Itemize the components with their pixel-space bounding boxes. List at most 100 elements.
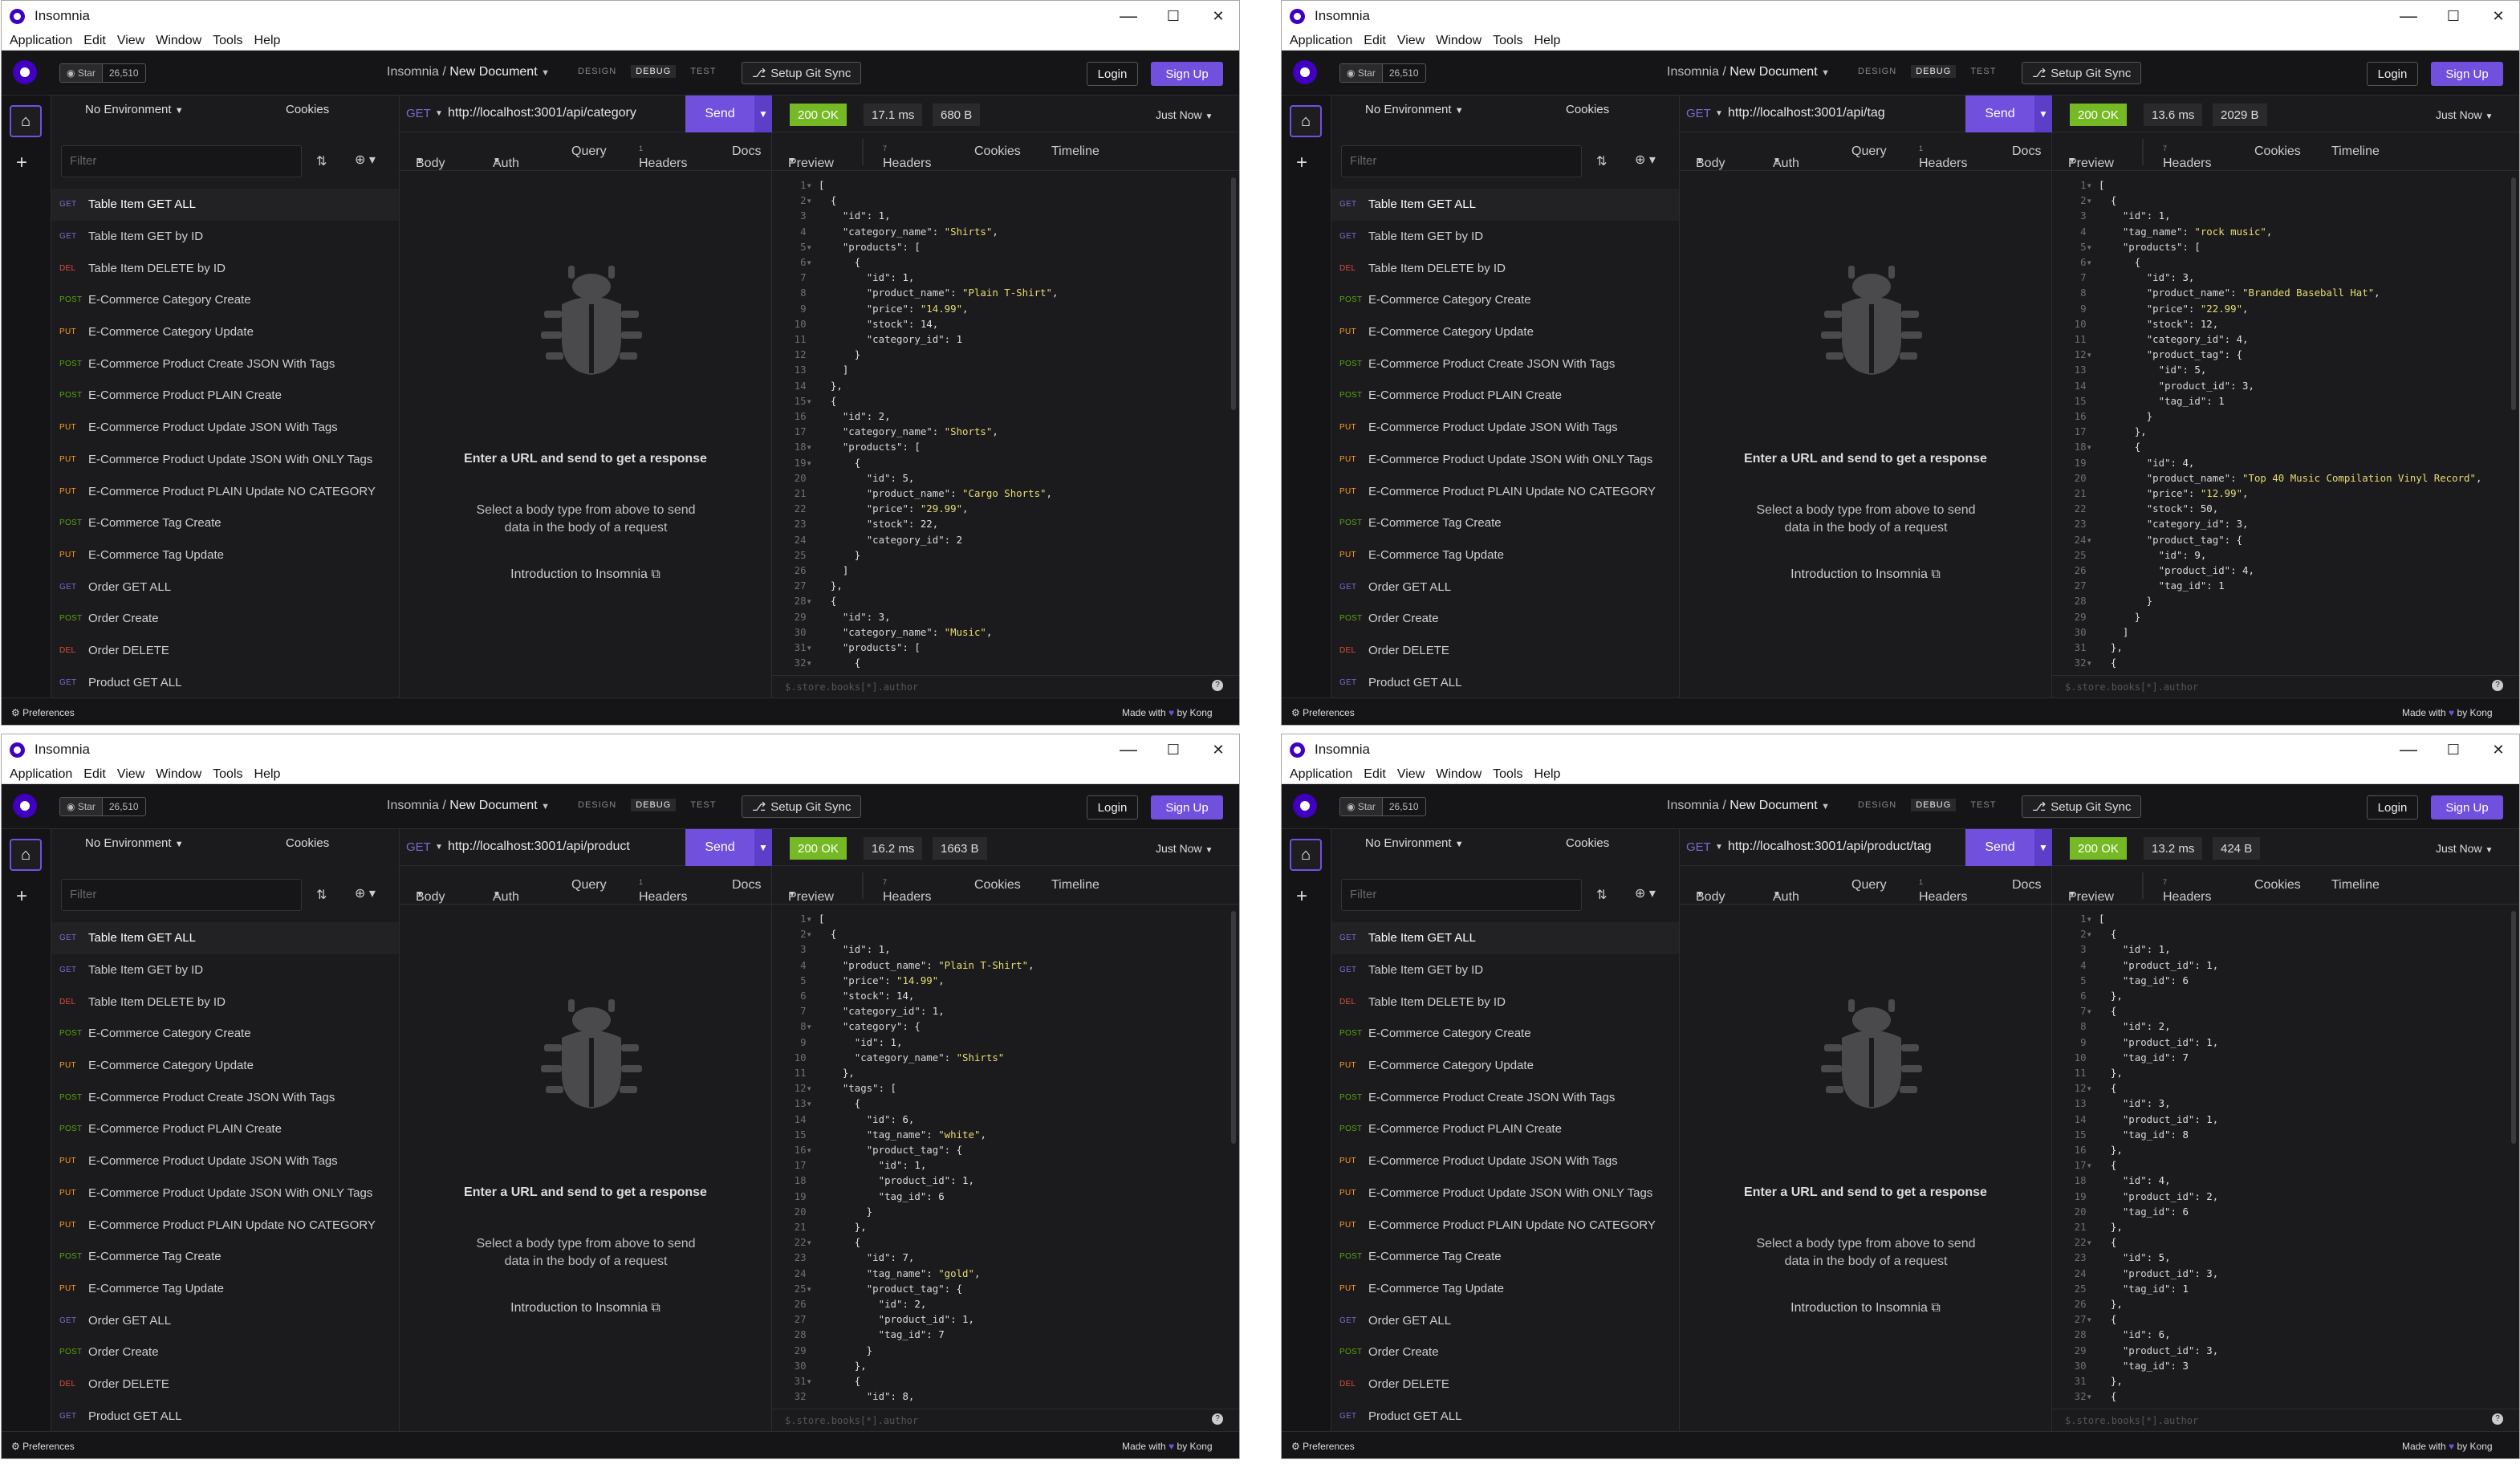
tab-test[interactable]: TEST (1970, 800, 1996, 810)
request-item[interactable]: POST Order Create (51, 603, 399, 635)
request-item[interactable]: DEL Table Item DELETE by ID (1331, 252, 1679, 284)
insomnia-logo[interactable] (13, 794, 37, 818)
request-item[interactable]: POST Order Create (51, 1336, 399, 1368)
home-icon[interactable]: ⌂ (1290, 105, 1322, 137)
github-star-badge[interactable]: ◉ Star 26,510 (1339, 63, 1426, 83)
menu-view[interactable]: View (1397, 34, 1425, 48)
tab-headers[interactable]: Headers 1 (1919, 878, 1967, 904)
tab-test[interactable]: TEST (690, 67, 716, 76)
plus-icon[interactable]: + (1296, 152, 1307, 174)
request-item[interactable]: POST Order Create (1331, 1336, 1679, 1368)
url-input[interactable]: http://localhost:3001/api/tag (1728, 106, 1969, 120)
response-json-viewer[interactable]: 1▾[2▾ {3 "id": 1, 4 "tag_name": "rock mus… (2052, 177, 2506, 675)
request-item[interactable]: DEL Order DELETE (51, 635, 399, 667)
filter-input[interactable]: Filter (61, 145, 302, 177)
cookies-button[interactable]: Cookies (286, 103, 329, 116)
login-button[interactable]: Login (2367, 62, 2418, 86)
tab-response-headers[interactable]: Headers 7 (2163, 878, 2211, 904)
tab-timeline[interactable]: Timeline (1051, 144, 1099, 159)
menu-help[interactable]: Help (1534, 767, 1561, 782)
tab-debug[interactable]: DEBUG (1911, 799, 1957, 811)
breadcrumb[interactable]: Insomnia / New Document ▼ (387, 65, 550, 79)
breadcrumb[interactable]: Insomnia / New Document ▼ (1667, 65, 1830, 79)
sign-up-button[interactable]: Sign Up (1151, 62, 1223, 86)
environment-selector[interactable]: No Environment ▼ (85, 103, 184, 116)
tab-headers[interactable]: Headers 1 (1919, 144, 1967, 170)
request-item[interactable]: POST E-Commerce Category Create (1331, 284, 1679, 316)
request-item[interactable]: GET Table Item GET by ID (1331, 954, 1679, 986)
request-item[interactable]: POST E-Commerce Tag Create (51, 507, 399, 539)
request-item[interactable]: PUT E-Commerce Product PLAIN Update NO CA… (51, 475, 399, 507)
tab-docs[interactable]: Docs (732, 144, 761, 159)
menu-help[interactable]: Help (254, 34, 281, 48)
request-item[interactable]: DEL Table Item DELETE by ID (51, 252, 399, 284)
request-item[interactable]: POST Order Create (1331, 603, 1679, 635)
filter-input[interactable]: Filter (1341, 879, 1582, 911)
request-item[interactable]: POST E-Commerce Product Create JSON With … (51, 1081, 399, 1113)
response-scrollbar[interactable] (1231, 177, 1236, 410)
menu-application[interactable]: Application (1290, 767, 1352, 782)
tab-design[interactable]: DESIGN (578, 800, 616, 810)
maximize-button[interactable]: ☐ (2431, 734, 2476, 765)
minimize-button[interactable]: — (1106, 734, 1151, 765)
tab-debug[interactable]: DEBUG (631, 65, 677, 78)
document-name[interactable]: New Document (1729, 65, 1817, 79)
request-item[interactable]: GET Product GET ALL (51, 666, 399, 698)
close-button[interactable]: ✕ (2476, 1, 2519, 31)
insomnia-logo[interactable] (13, 60, 37, 84)
cookies-button[interactable]: Cookies (1566, 836, 1609, 850)
insomnia-logo[interactable] (1293, 60, 1317, 84)
menu-tools[interactable]: Tools (1493, 34, 1522, 48)
made-with-kong[interactable]: Made with ♥ by Kong (1122, 1441, 1213, 1452)
request-item[interactable]: POST E-Commerce Product PLAIN Create (51, 1113, 399, 1145)
request-item[interactable]: POST E-Commerce Product PLAIN Create (1331, 1113, 1679, 1145)
request-item[interactable]: PUT E-Commerce Product Update JSON With O… (51, 1177, 399, 1210)
request-item[interactable]: DEL Table Item DELETE by ID (51, 986, 399, 1018)
request-item[interactable]: GET Order GET ALL (51, 571, 399, 603)
request-item[interactable]: PUT E-Commerce Category Update (1331, 316, 1679, 348)
menu-application[interactable]: Application (10, 767, 72, 782)
method-selector[interactable]: GET (1686, 107, 1711, 120)
tab-response-headers[interactable]: Headers 7 (2163, 144, 2211, 170)
close-button[interactable]: ✕ (1196, 1, 1239, 31)
request-item[interactable]: GET Order GET ALL (1331, 571, 1679, 603)
request-item[interactable]: GET Table Item GET by ID (1331, 221, 1679, 253)
send-button[interactable]: Send (1965, 96, 2034, 132)
help-icon[interactable]: ? (2492, 680, 2503, 691)
tab-design[interactable]: DESIGN (1858, 800, 1896, 810)
sort-icon[interactable]: ⇅ (1596, 887, 1607, 903)
setup-git-sync-button[interactable]: ⎇ Setup Git Sync (742, 62, 862, 84)
request-item[interactable]: GET Table Item GET ALL (1331, 189, 1679, 221)
send-button[interactable]: Send (685, 96, 754, 132)
tab-debug[interactable]: DEBUG (631, 799, 677, 811)
request-item[interactable]: PUT E-Commerce Category Update (1331, 1050, 1679, 1082)
tab-headers[interactable]: Headers 1 (639, 144, 687, 170)
menu-window[interactable]: Window (156, 767, 201, 782)
menu-tools[interactable]: Tools (1493, 767, 1522, 782)
method-selector[interactable]: GET (406, 840, 431, 854)
minimize-button[interactable]: — (2386, 1, 2431, 31)
request-item[interactable]: GET Product GET ALL (1331, 1400, 1679, 1432)
url-input[interactable]: http://localhost:3001/api/category (448, 106, 689, 120)
tab-query[interactable]: Query (571, 878, 607, 893)
request-item[interactable]: GET Order GET ALL (51, 1304, 399, 1336)
history-dropdown[interactable]: Just Now ▼ (2436, 108, 2493, 121)
request-item[interactable]: GET Product GET ALL (51, 1400, 399, 1432)
sort-icon[interactable]: ⇅ (316, 153, 327, 169)
sort-icon[interactable]: ⇅ (316, 887, 327, 903)
request-item[interactable]: POST E-Commerce Tag Create (51, 1241, 399, 1273)
insomnia-logo[interactable] (1293, 794, 1317, 818)
request-item[interactable]: PUT E-Commerce Product PLAIN Update NO CA… (1331, 1209, 1679, 1241)
menu-edit[interactable]: Edit (83, 767, 106, 782)
request-item[interactable]: GET Table Item GET by ID (51, 954, 399, 986)
request-item[interactable]: PUT E-Commerce Tag Update (1331, 539, 1679, 571)
request-item[interactable]: PUT E-Commerce Product PLAIN Update NO CA… (51, 1209, 399, 1241)
document-name[interactable]: New Document (449, 799, 537, 812)
request-item[interactable]: GET Table Item GET ALL (51, 922, 399, 954)
tab-test[interactable]: TEST (690, 800, 716, 810)
plus-icon[interactable]: + (16, 885, 27, 908)
made-with-kong[interactable]: Made with ♥ by Kong (2402, 1441, 2493, 1452)
send-button[interactable]: Send (1965, 829, 2034, 866)
response-scrollbar[interactable] (2511, 177, 2516, 410)
breadcrumb-root[interactable]: Insomnia (387, 799, 439, 812)
